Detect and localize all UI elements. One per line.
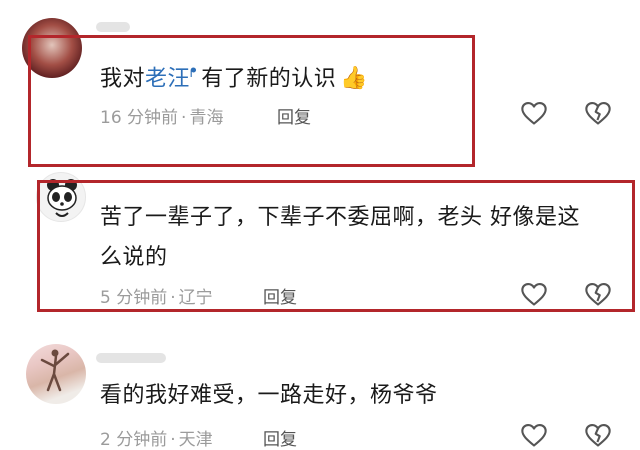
avatar[interactable]	[26, 344, 86, 404]
location: 天津	[178, 430, 213, 450]
comment-3: 看的我好难受，一路走好，杨爷爷 2 分钟前 · 天津 回复	[0, 320, 640, 450]
comment-text: 看的我好难受，一路走好，杨爷爷	[100, 376, 438, 416]
dislike-broken-heart-icon[interactable]	[584, 422, 612, 448]
dislike-broken-heart-icon[interactable]	[584, 100, 612, 126]
highlight-box-comment-2	[37, 180, 635, 312]
like-heart-icon[interactable]	[520, 422, 548, 448]
comment-text-line: 看的我好难受，一路走好，杨爷爷	[100, 383, 438, 408]
reply-button[interactable]: 回复	[263, 425, 297, 450]
meta-separator: ·	[170, 430, 176, 450]
username[interactable]	[96, 22, 130, 32]
username[interactable]	[96, 353, 166, 363]
like-heart-icon[interactable]	[520, 100, 548, 126]
timestamp: 2 分钟前	[100, 430, 168, 450]
dancer-avatar-icon	[40, 349, 70, 392]
comment-meta: 2 分钟前 · 天津	[100, 425, 213, 450]
highlight-box-comment-1	[28, 35, 475, 167]
